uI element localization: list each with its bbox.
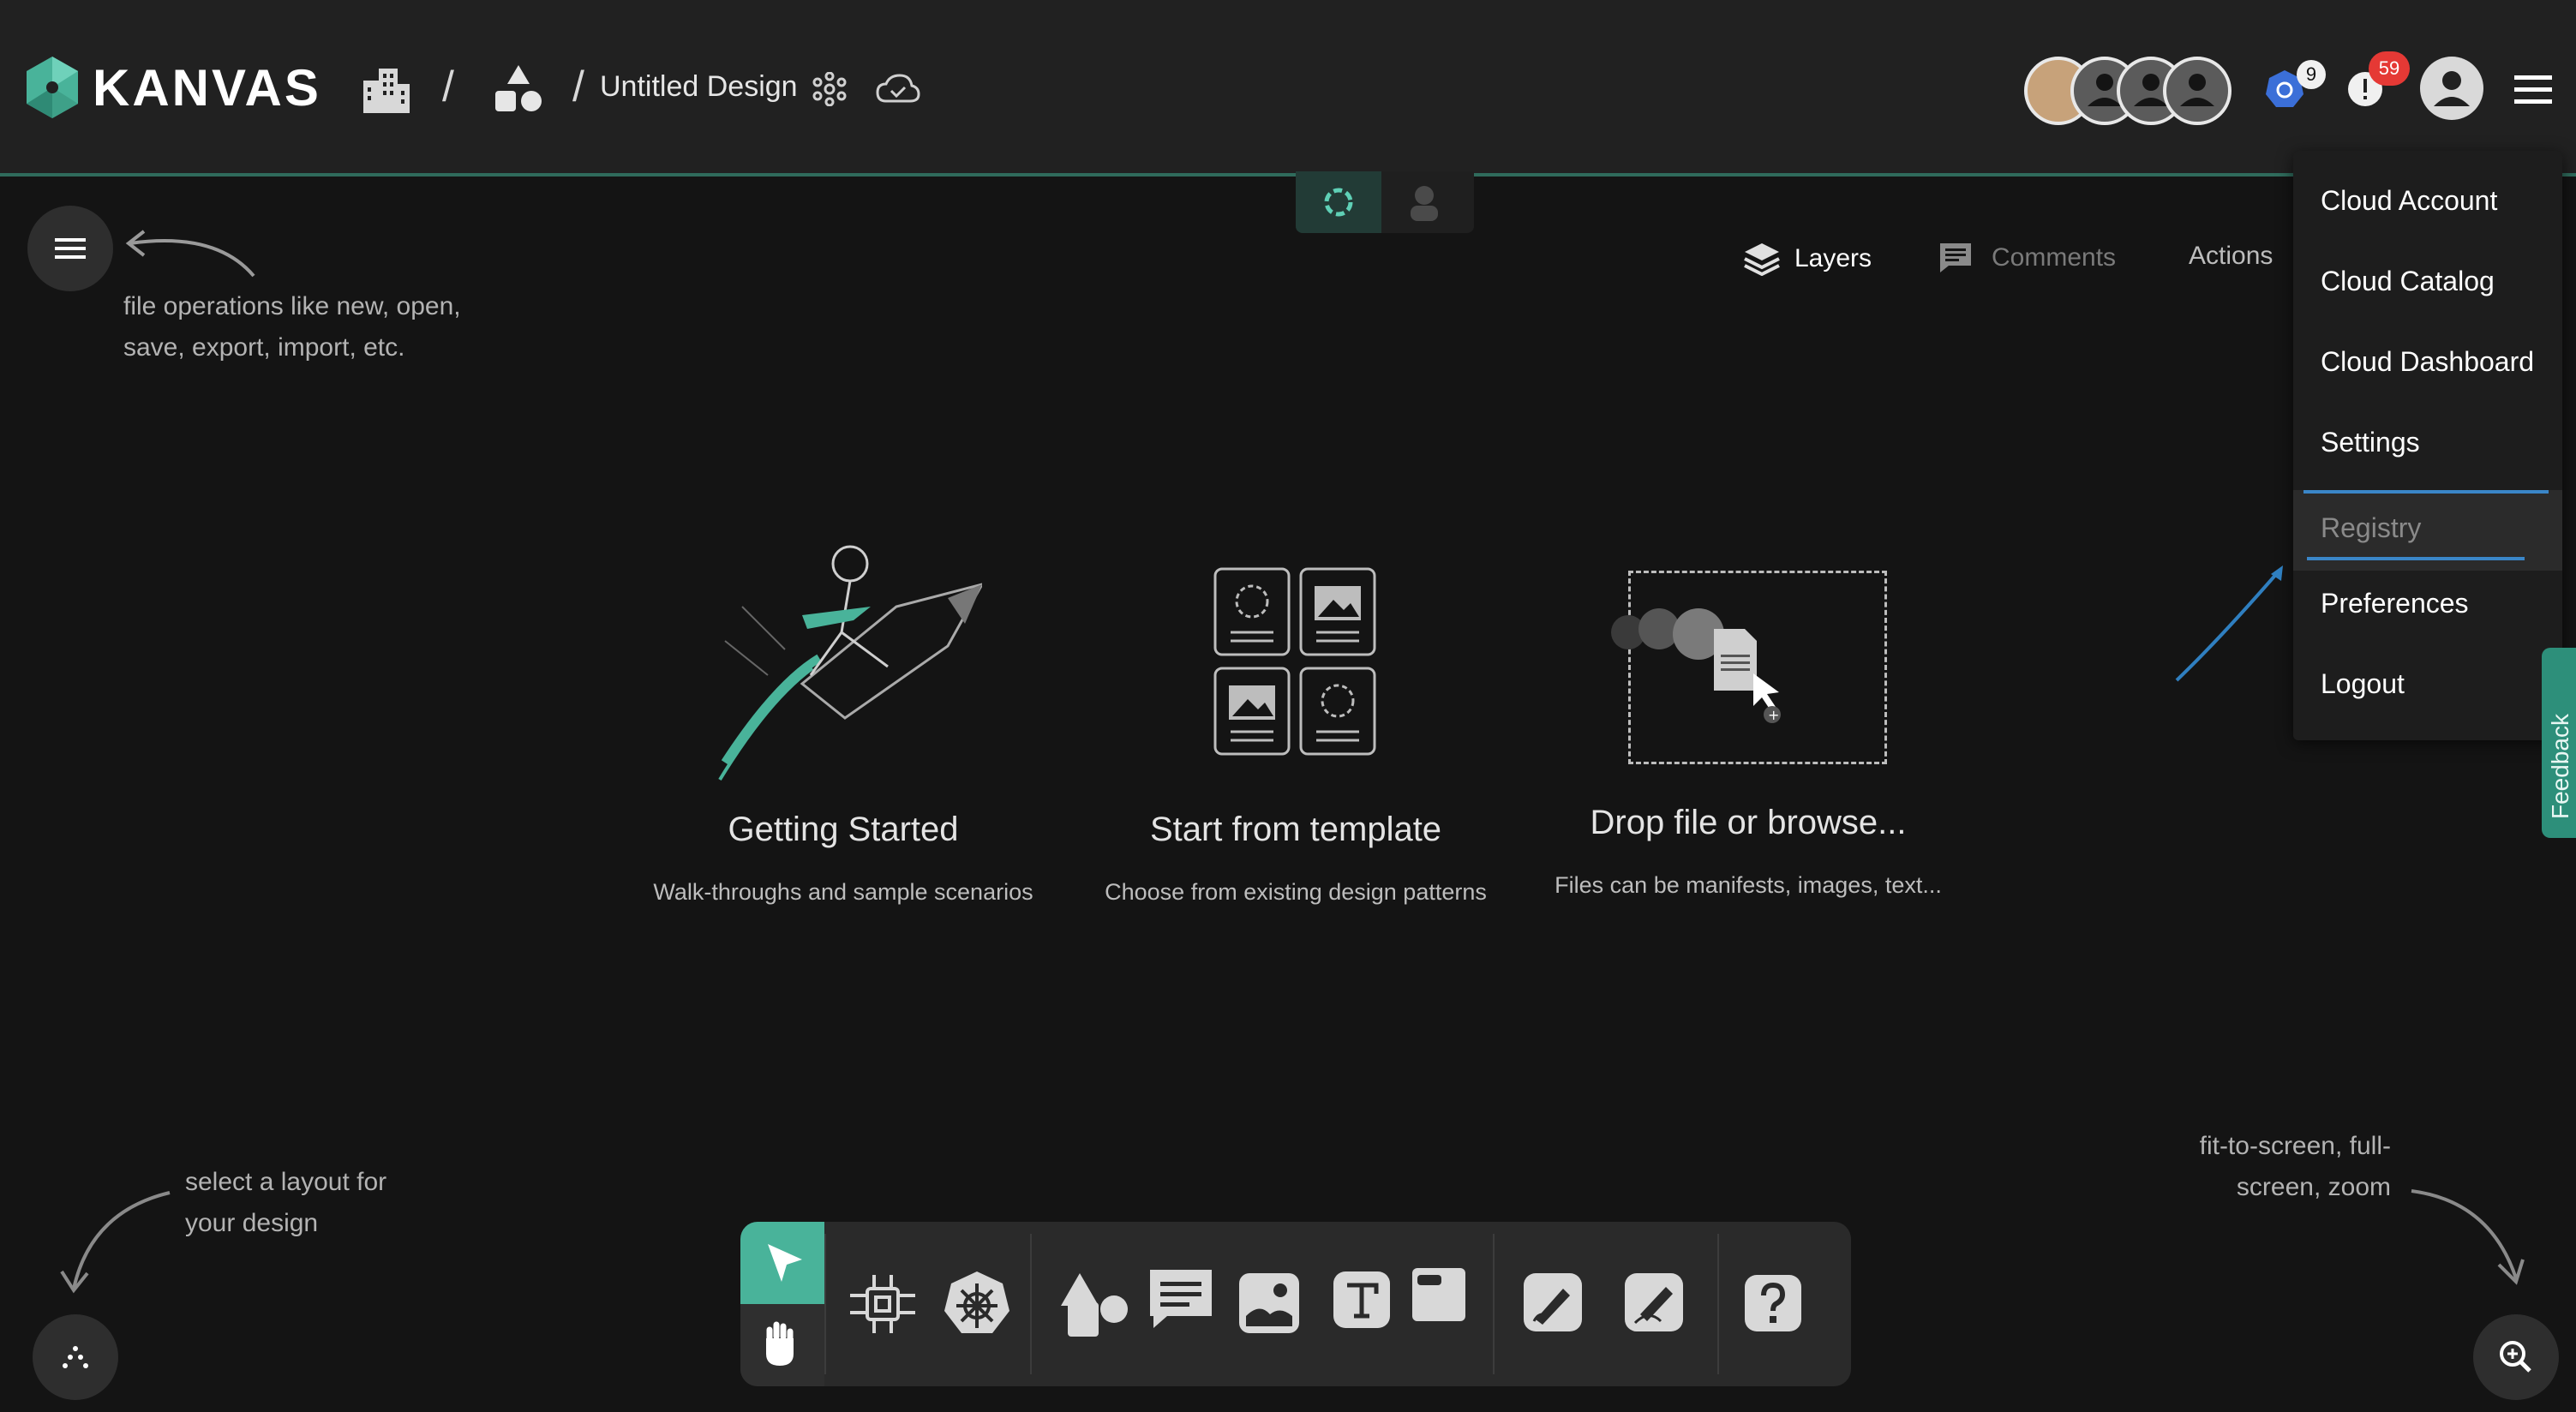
file-menu-button[interactable] (27, 206, 113, 291)
layout-button[interactable] (33, 1314, 118, 1400)
menu-item-cloud-catalog[interactable]: Cloud Catalog (2293, 243, 2562, 324)
zoom-in-icon (2500, 1341, 2531, 1373)
brand-name: KANVAS (93, 58, 321, 117)
layout-icon (63, 1346, 88, 1368)
pencil-icon[interactable] (1623, 1271, 1685, 1333)
toolbar-divider (824, 1234, 826, 1374)
text-icon[interactable] (1332, 1270, 1392, 1330)
brand[interactable]: KANVAS (24, 55, 321, 120)
highlight-bottom (2307, 557, 2525, 560)
tab-layers-label: Layers (1794, 244, 1872, 272)
kube-notification-badge: 9 (2297, 60, 2326, 89)
template-grid-icon (1213, 567, 1376, 756)
arrow-annotation (60, 1191, 171, 1294)
comment-icon (1940, 243, 1971, 272)
card-subtitle: Choose from existing design patterns (1105, 879, 1487, 905)
toolbar-divider (1717, 1234, 1719, 1374)
shapes-icon[interactable] (1057, 1271, 1131, 1340)
tab-actions-label: Actions (2189, 242, 2273, 270)
component-icon[interactable] (848, 1273, 917, 1335)
arrow-annotation (2175, 565, 2283, 682)
feedback-label: Feedback (2547, 714, 2573, 819)
layers-icon (1744, 243, 1780, 276)
person-icon (2180, 74, 2214, 106)
alert-notification-badge: 59 (2369, 51, 2410, 86)
card-title: Start from template (1149, 811, 1442, 848)
question-icon[interactable] (1743, 1273, 1803, 1333)
top-header: KANVAS / / Untitled Design 9 59 (0, 0, 2576, 176)
menu-item-cloud-dashboard[interactable]: Cloud Dashboard (2293, 324, 2562, 404)
hamburger-icon[interactable] (2514, 74, 2552, 105)
menu-item-settings[interactable]: Settings (2293, 404, 2562, 485)
card-title: Drop file or browse... (1590, 804, 1907, 841)
card-subtitle: Walk-throughs and sample scenarios (653, 879, 1033, 905)
card-title: Getting Started (728, 811, 959, 848)
arrow-annotation (125, 230, 255, 278)
zoom-hint: fit-to-screen, full-screen, zoom (2199, 1132, 2391, 1201)
tab-actions[interactable]: Actions (2189, 242, 2273, 271)
card-subtitle: Files can be manifests, images, text... (1555, 872, 1942, 898)
design-title[interactable]: Untitled Design (600, 70, 798, 104)
cloud-sync-icon[interactable] (876, 74, 920, 105)
hand-icon (766, 1321, 794, 1366)
toolbar-divider (1493, 1234, 1495, 1374)
view-mode-toggle (1296, 171, 1474, 233)
user-dropdown-menu: Cloud Account Cloud Catalog Cloud Dashbo… (2293, 151, 2562, 740)
file-drop-icon: + (1611, 608, 1781, 723)
meshery-icon (1324, 188, 1353, 217)
toolbar-divider (1030, 1234, 1032, 1374)
tab-comments[interactable]: Comments (1938, 242, 2116, 274)
user-avatar-button[interactable] (2420, 57, 2483, 120)
menu-item-cloud-account[interactable]: Cloud Account (2293, 163, 2562, 243)
image-icon[interactable] (1237, 1271, 1301, 1335)
bottom-toolbar (740, 1222, 1851, 1386)
menu-item-preferences[interactable]: Preferences (2293, 565, 2562, 646)
tab-layers[interactable]: Layers (1743, 242, 1872, 276)
operator-mode-icon[interactable] (1405, 183, 1443, 223)
design-mode-button[interactable] (1296, 171, 1381, 233)
zoom-button[interactable] (2473, 1314, 2559, 1400)
comment-icon[interactable] (1148, 1268, 1213, 1330)
kanvas-logo-icon (27, 57, 78, 118)
pen-icon[interactable] (1522, 1271, 1584, 1333)
avatar[interactable] (2163, 57, 2232, 125)
network-icon[interactable] (812, 72, 847, 106)
file-ops-hint: file operations like new, open, save, ex… (123, 292, 461, 362)
breadcrumb-separator: / (442, 63, 454, 111)
building-icon[interactable] (360, 65, 411, 113)
breadcrumb-separator: / (572, 63, 584, 111)
tab-comments-label: Comments (1992, 243, 2117, 272)
person-icon (2434, 71, 2470, 106)
highlight-top (2303, 490, 2549, 494)
pointer-icon (768, 1244, 802, 1282)
svg-text:+: + (1768, 707, 1779, 723)
shapes-icon[interactable] (494, 63, 543, 113)
menu-item-logout[interactable]: Logout (2293, 646, 2562, 727)
arrow-annotation (2411, 1189, 2525, 1285)
collaborator-avatars[interactable] (2024, 57, 2232, 125)
section-icon[interactable] (1411, 1266, 1467, 1323)
pan-tool-button[interactable] (740, 1304, 824, 1386)
kubernetes-icon[interactable] (943, 1270, 1011, 1338)
menu-item-registry[interactable]: Registry (2293, 490, 2562, 571)
layout-hint: select a layout for your design (185, 1168, 387, 1237)
select-tool-button[interactable] (740, 1222, 824, 1304)
hamburger-icon (55, 238, 86, 259)
rocket-illustration (718, 545, 982, 781)
feedback-tab[interactable]: Feedback (2542, 648, 2576, 838)
